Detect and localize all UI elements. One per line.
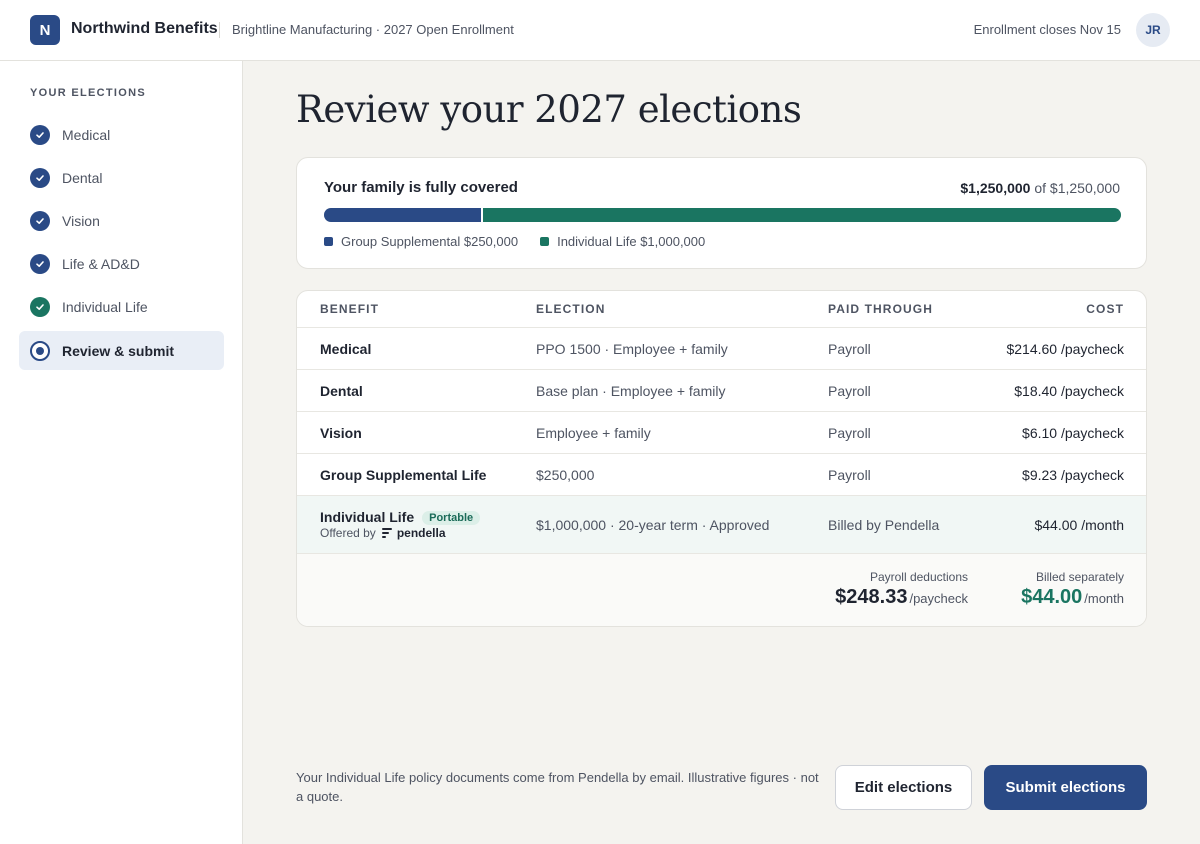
benefit-name: Medical (320, 341, 372, 357)
check-icon (30, 296, 50, 317)
table-row: Dental Base plan · Employee + family Pay… (297, 370, 1146, 412)
election-detail: $1,000,000 · 20-year term · Approved (536, 517, 770, 533)
benefit-name: Individual Life Portable (320, 509, 481, 525)
sidebar-item-label: Dental (62, 169, 103, 186)
table-row: Group Supplemental Life $250,000 Payroll… (297, 454, 1146, 496)
paid-through: Payroll (828, 383, 871, 399)
legend-label: Group Supplemental $250,000 (341, 234, 519, 249)
sidebar-item-life-add[interactable]: Life & AD&D (19, 244, 224, 283)
enrollment-deadline: Enrollment closes Nov 15 (973, 22, 1121, 37)
coverage-segment-group-supplemental (324, 208, 484, 222)
coverage-total: $1,250,000 (960, 180, 1031, 196)
election-detail: PPO 1500 · Employee + family (536, 341, 728, 357)
footnote: Your Individual Life policy documents co… (296, 770, 819, 804)
separate-total-label: Billed separately (1035, 570, 1124, 584)
sidebar-item-review-submit[interactable]: Review & submit (19, 331, 224, 370)
separate-total: Billed separately $44.00/month (1021, 570, 1124, 609)
enrollment-context: Brightline Manufacturing · 2027 Open Enr… (232, 22, 514, 37)
sidebar-item-vision[interactable]: Vision (19, 201, 224, 240)
column-header-cost: COST (1086, 302, 1124, 316)
table-row: Medical PPO 1500 · Employee + family Pay… (297, 328, 1146, 370)
table-header: BENEFIT ELECTION PAID THROUGH COST (297, 291, 1146, 328)
edit-elections-button[interactable]: Edit elections (835, 765, 972, 810)
user-avatar[interactable]: JR (1136, 13, 1170, 47)
benefit-cost: $18.40 /paycheck (1014, 383, 1124, 399)
sidebar-item-label: Life & AD&D (62, 255, 140, 272)
legend-label: Individual Life $1,000,000 (557, 234, 706, 249)
benefit-name-text: Individual Life (320, 509, 415, 525)
page-title: Review your 2027 elections (296, 88, 802, 131)
sidebar-item-label: Medical (62, 126, 111, 143)
payroll-total: Payroll deductions $248.33/paycheck (835, 570, 968, 609)
sidebar-item-label: Vision (62, 212, 100, 229)
benefit-name: Dental (320, 383, 363, 399)
elections-sidebar: YOUR ELECTIONS Medical Dental Vision Lif… (0, 61, 243, 844)
sidebar-heading: YOUR ELECTIONS (30, 87, 146, 99)
column-header-paid-through: PAID THROUGH (828, 302, 933, 316)
benefit-name: Vision (320, 425, 362, 441)
brand-logo: N (30, 15, 60, 45)
legend-item-individual-life: Individual Life $1,000,000 (540, 234, 705, 249)
coverage-title: Your family is fully covered (324, 179, 518, 196)
legend-item-group-supplemental: Group Supplemental $250,000 (324, 234, 518, 249)
sidebar-item-dental[interactable]: Dental (19, 158, 224, 197)
payroll-total-value: $248.33/paycheck (835, 586, 968, 609)
election-detail: Employee + family (536, 425, 651, 441)
elections-table: BENEFIT ELECTION PAID THROUGH COST Medic… (296, 290, 1147, 627)
election-detail: Base plan · Employee + family (536, 383, 726, 399)
benefit-name: Group Supplemental Life (320, 467, 487, 483)
payroll-amount: $248.33 (835, 586, 908, 608)
benefit-cost: $44.00 /month (1034, 517, 1124, 533)
separate-total-value: $44.00/month (1021, 586, 1124, 609)
coverage-of-text: of $1,250,000 (1034, 180, 1120, 196)
paid-through: Billed by Pendella (828, 517, 940, 533)
offered-by-label: Offered by (320, 526, 376, 540)
check-icon (30, 210, 50, 231)
sidebar-item-label: Review & submit (62, 342, 175, 359)
legend-swatch (324, 237, 333, 246)
coverage-summary-card: Your family is fully covered $1,250,000 … (296, 157, 1147, 269)
benefit-cost: $6.10 /paycheck (1022, 425, 1124, 441)
election-detail: $250,000 (536, 467, 595, 483)
separate-amount: $44.00 (1021, 586, 1083, 608)
table-row-individual-life: Individual Life Portable Offered by pende… (297, 496, 1146, 554)
check-icon (30, 124, 50, 145)
top-bar: N Northwind Benefits Brightline Manufact… (0, 0, 1200, 61)
totals-section: Payroll deductions $248.33/paycheck Bill… (297, 554, 1146, 626)
coverage-legend: Group Supplemental $250,000 Individual L… (324, 234, 705, 249)
legend-swatch (540, 237, 550, 246)
coverage-progress-bar (324, 208, 1121, 222)
paid-through: Payroll (828, 341, 871, 357)
table-row: Vision Employee + family Payroll $6.10 /… (297, 412, 1146, 454)
offered-by: Offered by pendella (320, 526, 446, 540)
payroll-total-label: Payroll deductions (869, 570, 968, 584)
current-step-icon (30, 340, 50, 361)
column-header-election: ELECTION (536, 302, 606, 316)
header-divider (219, 22, 220, 38)
paid-through: Payroll (828, 425, 871, 441)
submit-elections-button[interactable]: Submit elections (984, 765, 1147, 810)
column-header-benefit: BENEFIT (320, 302, 380, 316)
pendella-logo-icon (381, 528, 392, 538)
benefit-cost: $214.60 /paycheck (1006, 341, 1124, 357)
portable-badge: Portable (422, 511, 481, 525)
benefit-cost: $9.23 /paycheck (1022, 467, 1124, 483)
provider-name: pendella (396, 526, 446, 540)
coverage-amount: $1,250,000 of $1,250,000 (960, 180, 1120, 196)
sidebar-item-label: Individual Life (62, 298, 148, 315)
coverage-segment-individual-life (483, 208, 1121, 222)
check-icon (30, 167, 50, 188)
brand-name: Northwind Benefits (71, 20, 218, 37)
paid-through: Payroll (828, 467, 871, 483)
check-icon (30, 253, 50, 274)
payroll-unit: /paycheck (909, 591, 968, 606)
sidebar-item-medical[interactable]: Medical (19, 115, 224, 154)
separate-unit: /month (1084, 591, 1124, 606)
sidebar-item-individual-life[interactable]: Individual Life (19, 287, 224, 326)
